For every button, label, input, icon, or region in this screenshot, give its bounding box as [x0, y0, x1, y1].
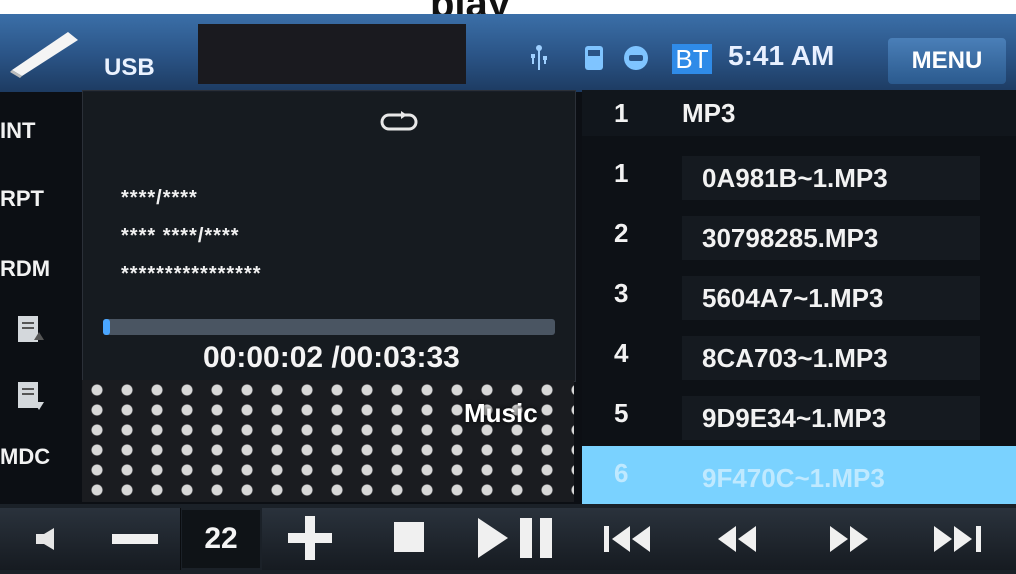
folder-down-icon[interactable] [16, 380, 46, 414]
source-label[interactable]: USB [104, 54, 155, 82]
intro-button[interactable]: INT [0, 118, 80, 144]
item-filename: 8CA703~1.MP3 [682, 336, 980, 380]
item-filename: 0A981B~1.MP3 [682, 156, 980, 200]
playlist-item[interactable]: 3 5604A7~1.MP3 [582, 266, 1016, 326]
previous-track-icon [604, 526, 650, 552]
next-track-button[interactable] [904, 508, 1016, 570]
rewind-icon [718, 526, 756, 552]
item-number: 3 [614, 278, 629, 308]
previous-track-button[interactable] [576, 508, 683, 570]
progress-fill [103, 319, 110, 335]
item-number: 5 [614, 398, 629, 428]
volume-up-button[interactable] [262, 508, 359, 570]
stop-icon [394, 522, 424, 552]
item-filename: 9D9E34~1.MP3 [682, 396, 980, 440]
item-number: 6 [614, 458, 629, 488]
mute-icon [36, 528, 54, 550]
mdc-button[interactable]: MDC [0, 444, 80, 470]
track-info-panel: ****/**** **** ****/**** ***************… [82, 90, 576, 382]
sd-card-icon [585, 46, 603, 70]
item-number: 4 [614, 338, 629, 368]
folder-up-icon[interactable] [16, 314, 46, 348]
volume-down-icon [112, 534, 158, 544]
item-number: 1 [614, 158, 629, 188]
playlist-item[interactable]: 4 8CA703~1.MP3 [582, 326, 1016, 386]
bluetooth-label[interactable]: BT [672, 44, 712, 74]
menu-button[interactable]: MENU [888, 38, 1006, 84]
progress-bar[interactable] [103, 319, 555, 335]
volume-up-icon [288, 516, 332, 560]
repeat-icon [380, 111, 418, 131]
folder-name: MP3 [682, 98, 736, 128]
disc-icon [624, 46, 648, 70]
random-button[interactable]: RDM [0, 256, 80, 282]
control-bar: 22 [0, 504, 1016, 574]
fast-forward-button[interactable] [794, 508, 905, 570]
item-filename: 9F470C~1.MP3 [682, 456, 980, 500]
item-number: 2 [614, 218, 629, 248]
track-title: ****/**** [121, 187, 198, 209]
category-label: Music [464, 398, 538, 428]
repeat-button[interactable]: RPT [0, 186, 80, 212]
track-album: **************** [121, 263, 262, 285]
next-track-icon [934, 526, 981, 552]
status-bar: USB BT 5:41 AM MENU [0, 14, 1016, 92]
volume-down-button[interactable] [90, 508, 181, 570]
playlist-header[interactable]: 1 MP3 [582, 90, 1016, 136]
item-filename: 30798285.MP3 [682, 216, 980, 260]
playlist-item[interactable]: 2 30798285.MP3 [582, 206, 1016, 266]
clock: 5:41 AM [728, 40, 835, 71]
fast-forward-icon [830, 526, 868, 552]
play-pause-button[interactable] [458, 508, 577, 570]
usb-drive-icon[interactable] [8, 30, 80, 78]
volume-level: 22 [182, 510, 260, 568]
mute-button[interactable] [0, 508, 91, 570]
playlist-item[interactable]: 5 9D9E34~1.MP3 [582, 386, 1016, 446]
elapsed-total-time: 00:00:02 /00:03:33 [203, 341, 460, 374]
track-artist: **** ****/**** [121, 225, 240, 247]
head-unit-screen: USB BT 5:41 AM MENU INT RPT RDM MDC ****… [0, 14, 1016, 574]
play-pause-icon [478, 518, 552, 558]
display-area [198, 24, 466, 84]
rewind-button[interactable] [682, 508, 795, 570]
playlist-item[interactable]: 1 0A981B~1.MP3 [582, 146, 1016, 206]
item-filename: 5604A7~1.MP3 [682, 276, 980, 320]
stop-button[interactable] [358, 508, 459, 570]
usb-status-icon [531, 45, 547, 70]
playlist-item-selected[interactable]: 6 9F470C~1.MP3 [582, 446, 1016, 506]
folder-number: 1 [614, 98, 629, 128]
playlist: 1 MP3 1 0A981B~1.MP3 2 30798285.MP3 3 56… [582, 90, 1016, 506]
